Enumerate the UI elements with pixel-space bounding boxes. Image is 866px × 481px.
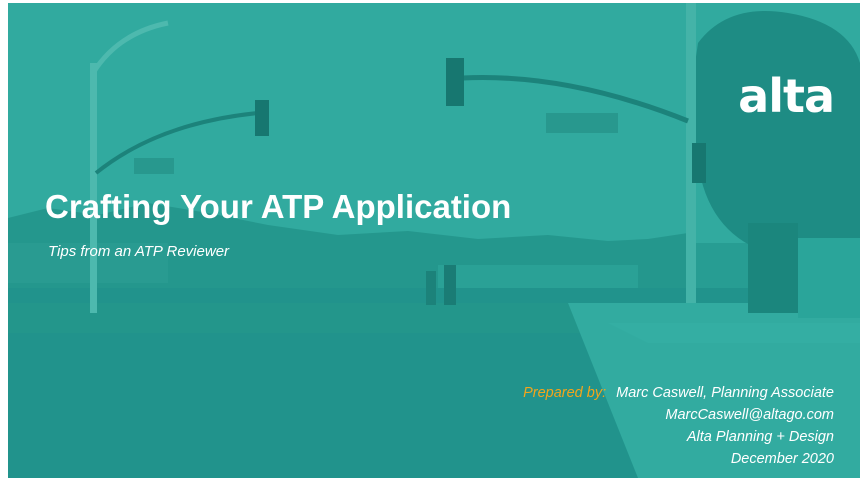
title-slide: alta Crafting Your ATP Application Tips … xyxy=(8,3,860,478)
author-email: MarcCaswell@altago.com xyxy=(665,407,834,423)
presentation-date: December 2020 xyxy=(730,451,834,467)
slide-title: Crafting Your ATP Application xyxy=(45,188,512,225)
credits-block: Prepared by: Marc Caswell, Planning Assoc… xyxy=(523,382,834,470)
author-name: Marc Caswell, Planning Associate xyxy=(616,385,834,401)
prepared-by-line: Prepared by: Marc Caswell, Planning Assoc… xyxy=(523,382,834,404)
slide-subtitle: Tips from an ATP Reviewer xyxy=(48,243,230,260)
organization-name: Alta Planning + Design xyxy=(686,429,834,445)
alta-logo: alta xyxy=(738,69,835,123)
prepared-by-label: Prepared by: xyxy=(523,385,607,401)
